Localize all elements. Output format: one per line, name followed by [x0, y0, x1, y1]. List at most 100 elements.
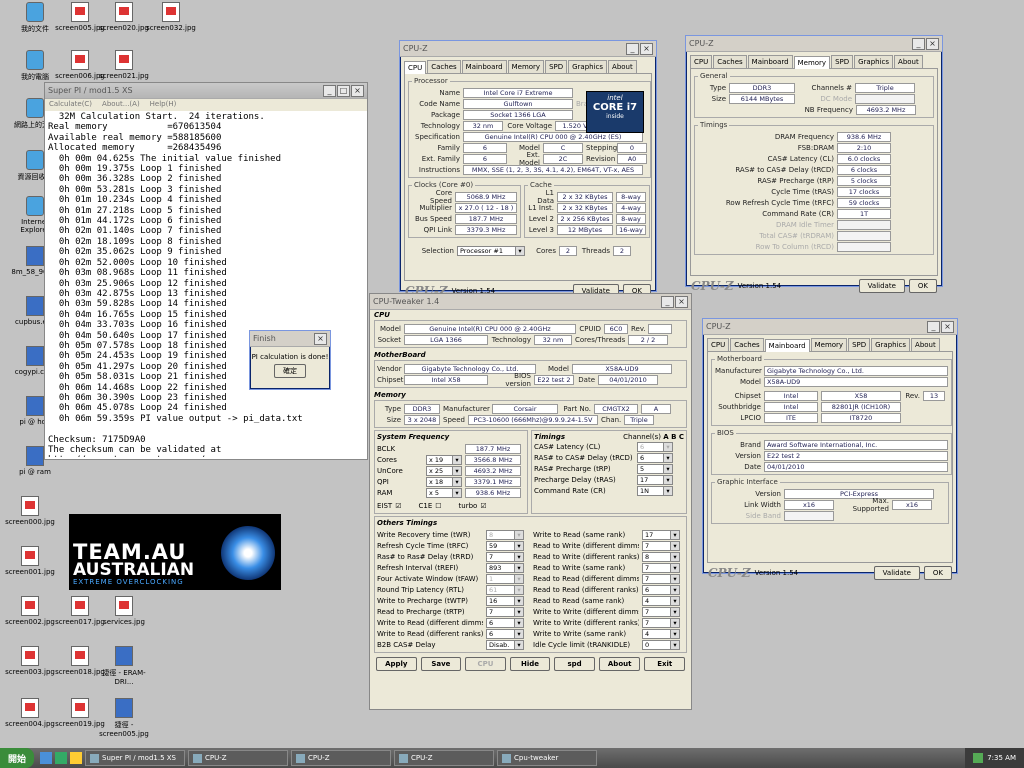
maximize-button[interactable]: □: [337, 84, 350, 97]
write-to-read-different-ranks-select[interactable]: 6: [486, 628, 524, 639]
close-button[interactable]: ×: [314, 332, 327, 345]
precharge-delay-tras-select[interactable]: 17: [637, 474, 673, 485]
desktop-icon-item[interactable]: screen000.jpg: [2, 496, 58, 526]
turbo-checkbox[interactable]: ☑: [480, 502, 486, 510]
tab-spd[interactable]: SPD: [848, 338, 871, 351]
tab-spd[interactable]: SPD: [831, 55, 854, 68]
ram-multiplier-select[interactable]: x 5: [426, 487, 462, 498]
desktop-icon[interactable]: [55, 752, 68, 764]
read-to-write-different-dimms-select[interactable]: 7: [642, 540, 680, 551]
close-button[interactable]: ×: [941, 320, 954, 333]
write-recovery-time-twr-select[interactable]: 8: [486, 529, 524, 540]
write-to-read-same-rank-select[interactable]: 17: [642, 529, 680, 540]
close-button[interactable]: ×: [640, 42, 653, 55]
tab-caches[interactable]: Caches: [713, 55, 747, 68]
ras-precharge-trp-select[interactable]: 5: [637, 463, 673, 474]
c1e-checkbox[interactable]: ☐: [435, 502, 441, 510]
superpi-titlebar[interactable]: Super PI / mod1.5 XS _ □ ×: [45, 83, 367, 99]
refresh-cycle-time-trfc-select[interactable]: 59: [486, 540, 524, 551]
write-to-write-different-dimms-select[interactable]: 7: [642, 606, 680, 617]
read-to-write-same-rank-select[interactable]: 7: [642, 562, 680, 573]
cores-multiplier-select[interactable]: x 19: [426, 454, 462, 465]
command-rate-cr-select[interactable]: 1N: [637, 485, 673, 496]
b2b-cas-delay-select[interactable]: Disab.: [486, 639, 524, 650]
desktop-icon-item[interactable]: screen032.jpg: [143, 2, 199, 32]
close-button[interactable]: ×: [675, 295, 688, 308]
tab-about[interactable]: About: [894, 55, 923, 68]
task-button[interactable]: CPU-Z: [291, 750, 392, 766]
tab-memory[interactable]: Memory: [810, 338, 848, 351]
ras-to-cas-delay-trcd-select[interactable]: 6: [637, 452, 673, 463]
refresh-interval-trefi-select[interactable]: 893: [486, 562, 524, 573]
ok-button[interactable]: OK: [908, 279, 937, 293]
tab-caches[interactable]: Caches: [730, 338, 764, 351]
idle-cycle-limit-trankidle-select[interactable]: 0: [642, 639, 680, 650]
menu-about[interactable]: About...(A): [102, 100, 140, 110]
desktop-icon-item[interactable]: screen021.jpg: [96, 50, 152, 80]
desktop-icon-item[interactable]: services.jpg: [96, 596, 152, 626]
tab-caches[interactable]: Caches: [427, 60, 461, 73]
folder-icon[interactable]: [70, 752, 83, 764]
network-icon[interactable]: [973, 753, 984, 763]
read-to-read-same-rank-select[interactable]: 4: [642, 595, 680, 606]
desktop-icon-item[interactable]: screen002.jpg: [2, 596, 58, 626]
desktop-icon-item[interactable]: screen003.jpg: [2, 646, 58, 676]
tab-graphics[interactable]: Graphics: [871, 338, 911, 351]
four-activate-window-tfaw-select[interactable]: 1: [486, 573, 524, 584]
task-button[interactable]: CPU-Z: [394, 750, 495, 766]
close-button[interactable]: ×: [351, 84, 364, 97]
save-button[interactable]: Save: [420, 657, 462, 671]
tab-mainboard[interactable]: Mainboard: [764, 339, 810, 352]
task-button[interactable]: CPU-Z: [188, 750, 289, 766]
validate-button[interactable]: Validate: [873, 566, 920, 580]
processor-select[interactable]: Processor #1: [457, 245, 525, 256]
cas-latency-cl-select[interactable]: 6: [637, 441, 673, 452]
hide-button[interactable]: Hide: [509, 657, 551, 671]
finish-ok-button[interactable]: 確定: [274, 364, 306, 378]
tab-memory[interactable]: Memory: [507, 60, 545, 73]
desktop-icon-item[interactable]: 捷徑 - ERAM-DRI...: [96, 646, 152, 686]
validate-button[interactable]: Validate: [858, 279, 905, 293]
ras-to-ras-delay-trrd-select[interactable]: 7: [486, 551, 524, 562]
menu-calculate[interactable]: Calculate(C): [49, 100, 92, 110]
apply-button[interactable]: Apply: [376, 657, 417, 671]
tab-about[interactable]: About: [608, 60, 637, 73]
minimize-button[interactable]: _: [661, 295, 674, 308]
cpuz-titlebar[interactable]: CPU-Z _ ×: [400, 41, 656, 57]
desktop-icon-item[interactable]: 捷徑 - screen005.jpg: [96, 698, 152, 738]
task-button[interactable]: Cpu-tweaker: [497, 750, 598, 766]
ie-icon[interactable]: [40, 752, 53, 764]
cpuz-titlebar[interactable]: CPU-Z _ ×: [686, 36, 942, 52]
read-to-read-different-dimms-select[interactable]: 7: [642, 573, 680, 584]
cpuz-titlebar[interactable]: CPU-Z _ ×: [703, 319, 957, 335]
ok-button[interactable]: OK: [923, 566, 952, 580]
tab-cpu[interactable]: CPU: [404, 61, 427, 74]
minimize-button[interactable]: _: [626, 42, 639, 55]
tab-mainboard[interactable]: Mainboard: [461, 60, 507, 73]
eist-checkbox[interactable]: ☑: [395, 502, 401, 510]
write-to-read-different-dimms-select[interactable]: 6: [486, 617, 524, 628]
tab-cpu[interactable]: CPU: [707, 338, 730, 351]
minimize-button[interactable]: _: [912, 37, 925, 50]
minimize-button[interactable]: _: [927, 320, 940, 333]
tab-mainboard[interactable]: Mainboard: [747, 55, 793, 68]
tweaker-titlebar[interactable]: CPU-Tweaker 1.4 _ ×: [370, 294, 691, 310]
write-to-write-same-rank-select[interactable]: 4: [642, 628, 680, 639]
round-trip-latency-rtl-select[interactable]: 61: [486, 584, 524, 595]
tab-about[interactable]: About: [911, 338, 940, 351]
read-to-read-different-ranks-select[interactable]: 6: [642, 584, 680, 595]
write-to-precharge-twtp-select[interactable]: 16: [486, 595, 524, 606]
finish-titlebar[interactable]: Finish ×: [250, 331, 330, 347]
about-button[interactable]: About: [598, 657, 641, 671]
uncore-multiplier-select[interactable]: x 25: [426, 465, 462, 476]
desktop-icon-item[interactable]: screen001.jpg: [2, 546, 58, 576]
tab-graphics[interactable]: Graphics: [854, 55, 894, 68]
read-to-write-different-ranks-select[interactable]: 8: [642, 551, 680, 562]
desktop-icon-item[interactable]: screen004.jpg: [2, 698, 58, 728]
minimize-button[interactable]: _: [323, 84, 336, 97]
close-button[interactable]: ×: [926, 37, 939, 50]
qpi-multiplier-select[interactable]: x 18: [426, 476, 462, 487]
exit-button[interactable]: Exit: [644, 657, 686, 671]
spd-button[interactable]: spd: [554, 657, 595, 671]
tab-cpu[interactable]: CPU: [690, 55, 713, 68]
